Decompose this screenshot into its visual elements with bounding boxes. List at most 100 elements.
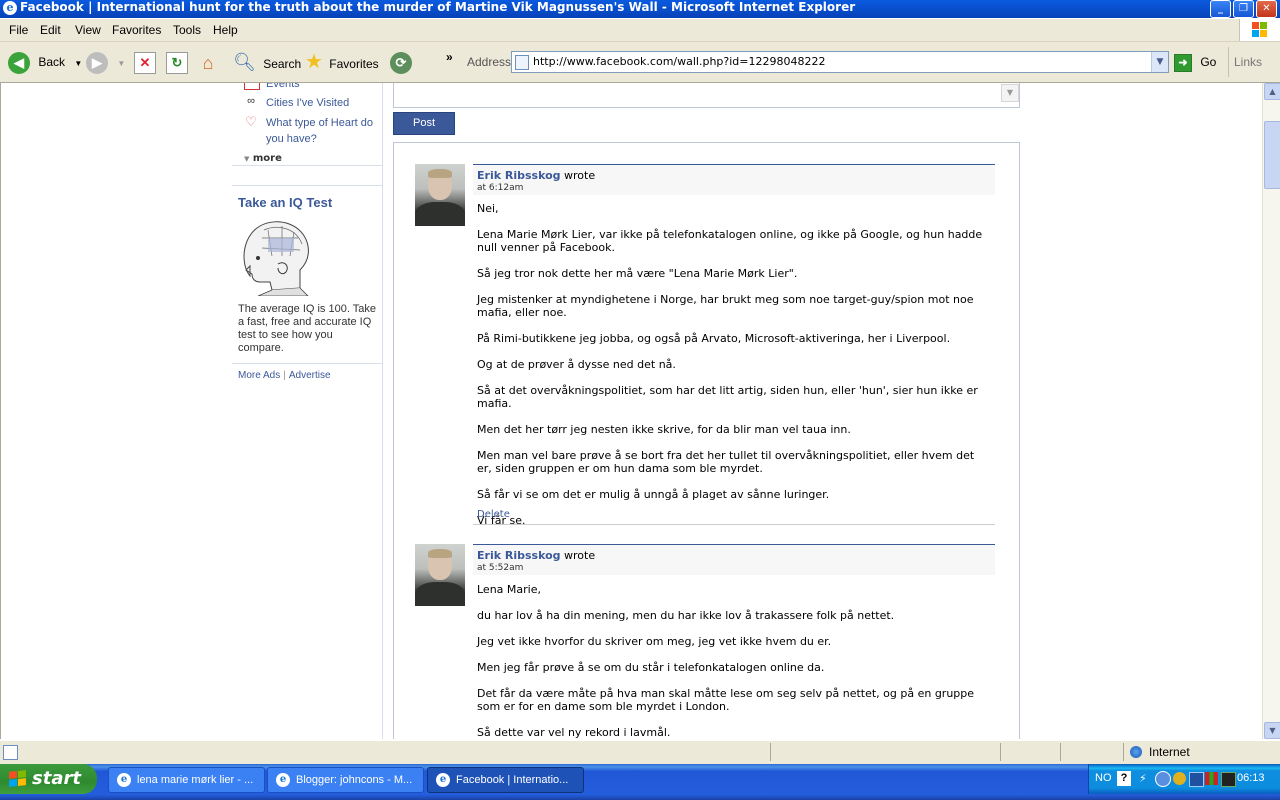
facebook-sidebar: Events ∞ Cities I've Visited ♡ What type… bbox=[232, 83, 383, 739]
menu-favorites[interactable]: Favorites bbox=[112, 23, 161, 37]
page-content: Events ∞ Cities I've Visited ♡ What type… bbox=[0, 83, 1263, 739]
forward-arrow-icon: ▶ bbox=[86, 51, 108, 74]
binoculars-icon: ∞ bbox=[247, 95, 255, 107]
avatar[interactable] bbox=[415, 544, 465, 606]
post-paragraph: Men man vel bare prøve å se bort fra det… bbox=[477, 449, 975, 475]
delete-link[interactable]: Delete bbox=[477, 509, 510, 520]
menu-bar: File Edit View Favorites Tools Help bbox=[0, 19, 1280, 42]
post-paragraph: Vi får se. bbox=[477, 514, 526, 527]
advertise-link[interactable]: Advertise bbox=[289, 370, 331, 381]
favorites-button[interactable]: ★ Favorites bbox=[305, 49, 379, 75]
more-link[interactable]: ▼ more bbox=[244, 153, 282, 164]
menu-edit[interactable]: Edit bbox=[40, 23, 61, 37]
start-button[interactable]: start bbox=[0, 764, 97, 794]
history-button[interactable]: ⟳ bbox=[390, 49, 412, 75]
back-dropdown-icon[interactable]: ▼ bbox=[74, 59, 82, 68]
refresh-button[interactable]: ↻ bbox=[166, 49, 188, 75]
home-button[interactable]: ⌂ bbox=[197, 49, 219, 75]
back-arrow-icon: ◀ bbox=[8, 51, 30, 74]
links-label[interactable]: Links bbox=[1234, 49, 1262, 75]
post-paragraph: Lena Marie Mørk Lier, var ikke på telefo… bbox=[477, 228, 983, 254]
app-tray-icon[interactable] bbox=[1205, 772, 1218, 785]
help-icon[interactable]: ? bbox=[1117, 771, 1131, 786]
maximize-button[interactable]: ❐ bbox=[1233, 0, 1254, 18]
menu-file[interactable]: File bbox=[9, 23, 28, 37]
phrenology-head-image[interactable] bbox=[238, 216, 312, 296]
address-label: Address bbox=[467, 55, 512, 69]
scroll-up-icon[interactable]: ▲ bbox=[1264, 83, 1280, 100]
taskbar-item-label: Facebook | Internatio... bbox=[456, 774, 569, 786]
more-label: more bbox=[252, 153, 282, 164]
forward-dropdown-icon[interactable]: ▼ bbox=[117, 59, 125, 68]
sidebar-item-label: What type of Heart do you have? bbox=[266, 117, 373, 145]
post-paragraph: Jeg mistenker at myndighetene i Norge, h… bbox=[477, 293, 974, 319]
address-input[interactable]: http://www.facebook.com/wall.php?id=1229… bbox=[533, 55, 825, 68]
toolbar-chevron[interactable]: » bbox=[446, 44, 453, 70]
close-button[interactable]: ✕ bbox=[1256, 0, 1277, 18]
monitor-icon[interactable] bbox=[1189, 772, 1204, 787]
menu-tools[interactable]: Tools bbox=[173, 23, 201, 37]
forward-button[interactable]: ▶ ▼ bbox=[86, 49, 125, 75]
post-author-link[interactable]: Erik Ribsskog bbox=[477, 549, 561, 562]
ie-icon: e bbox=[436, 773, 450, 787]
scroll-down-icon[interactable]: ▼ bbox=[1264, 722, 1280, 739]
ad-title[interactable]: Take an IQ Test bbox=[238, 195, 332, 210]
address-bar[interactable]: http://www.facebook.com/wall.php?id=1229… bbox=[511, 51, 1169, 73]
star-icon: ★ bbox=[305, 51, 323, 73]
taskbar-item-lena-search[interactable]: e lena marie mørk lier - ... bbox=[108, 767, 265, 793]
avatar[interactable] bbox=[415, 164, 465, 226]
post-header: Erik Ribsskog wrote at 5:52am bbox=[473, 544, 995, 575]
more-ads-link[interactable]: More Ads bbox=[238, 370, 280, 381]
minimize-button[interactable]: _ bbox=[1210, 0, 1231, 18]
textarea-scroll-down-icon[interactable]: ▼ bbox=[1001, 84, 1019, 102]
page-icon bbox=[515, 55, 529, 70]
heart-icon: ♡ bbox=[245, 114, 257, 129]
show-hidden-icons-icon[interactable] bbox=[1155, 771, 1171, 787]
scrollbar-thumb[interactable] bbox=[1264, 121, 1280, 189]
post-paragraph: Så jeg tror nok dette her må være "Lena … bbox=[477, 267, 798, 280]
clock[interactable]: 06:13 bbox=[1237, 772, 1265, 784]
network-icon[interactable]: ⚡ bbox=[1139, 772, 1152, 785]
post-time: at 5:52am bbox=[477, 563, 524, 573]
title-bar[interactable]: e Facebook | International hunt for the … bbox=[0, 0, 1280, 18]
calendar-icon bbox=[244, 83, 260, 90]
sidebar-item-label: Events bbox=[266, 83, 300, 90]
go-arrow-icon: ➜ bbox=[1174, 53, 1192, 72]
toolbar-separator bbox=[1228, 47, 1229, 77]
address-dropdown-icon[interactable]: ▼ bbox=[1151, 52, 1168, 72]
ie-icon: e bbox=[276, 773, 290, 787]
system-tray: NO ? ⚡ 06:13 bbox=[1088, 764, 1280, 794]
history-icon: ⟳ bbox=[390, 51, 412, 74]
ie-logo-icon: e bbox=[3, 1, 17, 15]
language-indicator[interactable]: NO bbox=[1095, 772, 1112, 784]
security-zone[interactable]: Internet bbox=[1123, 743, 1278, 761]
taskbar: start e lena marie mørk lier - ... e Blo… bbox=[0, 764, 1280, 800]
vertical-scrollbar[interactable]: ▲ ▼ bbox=[1262, 83, 1280, 739]
menu-view[interactable]: View bbox=[75, 23, 101, 37]
post-body: Lena Marie, du har lov å ha din mening, … bbox=[477, 583, 992, 739]
wall-post-textarea[interactable]: ▼ bbox=[393, 83, 1020, 108]
back-button[interactable]: ◀ Back ▼ bbox=[8, 49, 82, 75]
ad-text[interactable]: The average IQ is 100. Take a fast, free… bbox=[238, 303, 378, 355]
post-paragraph: Så dette var vel ny rekord i lavmål. bbox=[477, 726, 671, 739]
taskbar-item-blogger[interactable]: e Blogger: johncons - M... bbox=[267, 767, 424, 793]
post-button[interactable]: Post bbox=[393, 112, 455, 135]
post-verb: wrote bbox=[564, 549, 596, 562]
window-title: Facebook | International hunt for the tr… bbox=[20, 0, 856, 14]
favorites-label: Favorites bbox=[329, 57, 379, 71]
post-paragraph: Og at de prøver å dysse ned det nå. bbox=[477, 358, 676, 371]
search-button[interactable]: 🔍︎ Search bbox=[233, 49, 301, 75]
taskbar-item-facebook[interactable]: e Facebook | Internatio... bbox=[427, 767, 584, 793]
go-button[interactable]: ➜ Go bbox=[1174, 49, 1216, 75]
post-paragraph: Men jeg får prøve å se om du står i tele… bbox=[477, 661, 825, 674]
windows-logo-icon bbox=[1239, 19, 1280, 41]
post-paragraph: du har lov å ha din mening, men du har i… bbox=[477, 609, 895, 622]
volume-icon[interactable] bbox=[1221, 772, 1236, 787]
post-paragraph: Så at det overvåkningspolitiet, som har … bbox=[477, 384, 978, 410]
stop-button[interactable]: ✕ bbox=[134, 49, 156, 75]
menu-help[interactable]: Help bbox=[213, 23, 238, 37]
wall-post: Erik Ribsskog wrote at 6:12am Nei, Lena … bbox=[415, 164, 997, 527]
taskbar-item-label: lena marie mørk lier - ... bbox=[137, 774, 254, 786]
globe-tray-icon[interactable] bbox=[1173, 772, 1186, 785]
post-author-link[interactable]: Erik Ribsskog bbox=[477, 169, 561, 182]
